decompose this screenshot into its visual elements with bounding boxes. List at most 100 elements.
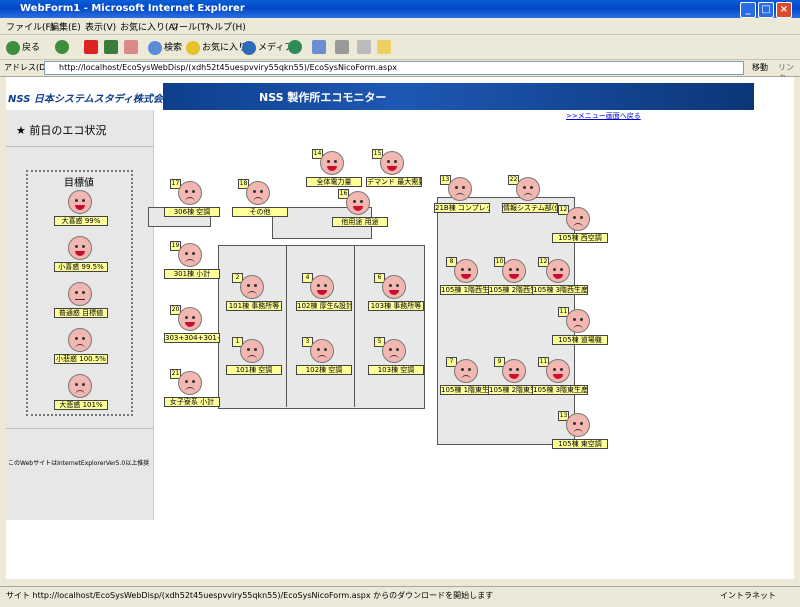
- building-label: 全体電力量: [306, 177, 362, 187]
- company-logo: NSS 日本システムスタディ株式会社: [8, 94, 173, 105]
- media-button[interactable]: メディア: [242, 40, 293, 55]
- forward-button[interactable]: [55, 40, 71, 54]
- building-label: 306棟 空調: [164, 207, 220, 217]
- menu-tools[interactable]: ツール(T): [170, 20, 210, 33]
- edit-icon: [357, 40, 371, 54]
- maximize-button[interactable]: □: [758, 2, 774, 18]
- building-marker[interactable]: 18 その他: [232, 179, 298, 223]
- building-marker[interactable]: 4102棟 厚生&設計&営業: [296, 273, 362, 317]
- building-marker[interactable]: 19 301棟 小計: [164, 241, 230, 285]
- building-marker[interactable]: 14 全体電力量: [306, 149, 372, 193]
- building-marker[interactable]: 1321B棟 コンプレッサ: [434, 175, 500, 219]
- building-label: 102棟 厚生&設計&営業: [296, 301, 352, 311]
- sad-face-icon: [68, 374, 92, 398]
- go-button[interactable]: 移動: [752, 62, 768, 73]
- building-marker[interactable]: 6 103棟 事務所等: [368, 273, 434, 317]
- window-titlebar: WebForm1 - Microsoft Internet Explorer _…: [0, 0, 800, 18]
- page-banner: NSS 日本システムスタディ株式会社 NSS 製作所エコモニター: [6, 83, 754, 110]
- building-label: 21B棟 コンプレッサ: [434, 203, 490, 213]
- back-button[interactable]: 戻る: [6, 40, 40, 55]
- building-marker[interactable]: 17 306棟 空調: [164, 179, 230, 223]
- refresh-button[interactable]: [104, 40, 120, 54]
- building-label: 303+304+301+312棟 小計: [164, 333, 220, 343]
- zone-indicator: イントラネット: [720, 591, 776, 600]
- sad-face-icon: [454, 359, 478, 383]
- menu-return-link[interactable]: >>メニュー画面へ戻る: [566, 111, 641, 121]
- building-marker[interactable]: 12 105棟 3階西生産: [532, 257, 598, 301]
- building-marker[interactable]: 13 105棟 東空調: [552, 411, 618, 455]
- minimize-button[interactable]: _: [740, 2, 756, 18]
- sad-face-icon: [240, 275, 264, 299]
- building-label: 102棟 空調: [296, 365, 352, 375]
- discuss-button[interactable]: [377, 40, 393, 54]
- browser-note: このWebサイトはInternetExplorerVer5.0以上推奨: [8, 460, 150, 467]
- url-input[interactable]: http://localhost/EcoSysWebDisp/(xdh52t45…: [44, 61, 744, 75]
- star-icon: [186, 40, 200, 55]
- happy-face-icon: [68, 236, 92, 260]
- building-marker[interactable]: 1 101棟 空調: [226, 337, 292, 381]
- building-marker[interactable]: 3 102棟 空調: [296, 337, 362, 381]
- happy-face-icon: [178, 307, 202, 331]
- discuss-icon: [377, 40, 391, 54]
- building-divider: [286, 245, 287, 407]
- building-marker[interactable]: 5 103棟 空調: [368, 337, 434, 381]
- building-marker[interactable]: 15デマンド 最大需要電力: [366, 149, 432, 193]
- sad-face-icon: [566, 207, 590, 231]
- menubar: ファイル(F) 編集(E) 表示(V) お気に入り(A) ツール(T) ヘルプ(…: [0, 18, 800, 35]
- sad-face-icon: [382, 339, 406, 363]
- building-marker[interactable]: 11 105棟 道場機: [552, 307, 618, 351]
- refresh-icon: [104, 40, 118, 54]
- sidebar: ★ 前日のエコ状況 目標値 大喜惑 99% 小喜惑 99.5% 普通惑 目標値 小悲惑…: [6, 110, 154, 520]
- sad-face-icon: [246, 181, 270, 205]
- home-icon: [124, 40, 138, 54]
- building-label: 103棟 事務所等: [368, 301, 424, 311]
- building-label: 105棟 3階東生産: [532, 385, 588, 395]
- target-legend: 目標値 大喜惑 99% 小喜惑 99.5% 普通惑 目標値 小悲惑 100.5% 大悲惑…: [26, 170, 133, 416]
- close-button[interactable]: ×: [776, 2, 792, 18]
- edit-button[interactable]: [357, 40, 373, 54]
- favorites-button[interactable]: お気に入り: [186, 40, 247, 55]
- sidebar-heading: ★ 前日のエコ状況: [16, 124, 107, 137]
- happy-face-icon: [502, 359, 526, 383]
- sad-face-icon: [310, 339, 334, 363]
- building-marker[interactable]: 20303+304+301+312棟 小計: [164, 305, 230, 349]
- mail-icon: [312, 40, 326, 54]
- building-marker[interactable]: 16 他用途 用途: [332, 189, 398, 233]
- sad-face-icon: [178, 181, 202, 205]
- sidebar-divider: [6, 146, 153, 147]
- back-icon: [6, 40, 20, 55]
- happy-face-icon: [454, 259, 478, 283]
- address-label: アドレス(D): [4, 63, 49, 72]
- mail-button[interactable]: [312, 40, 328, 54]
- search-icon: [148, 40, 162, 55]
- building-divider: [354, 245, 355, 407]
- sad-face-icon: [178, 243, 202, 267]
- happy-face-icon: [320, 151, 344, 175]
- legend-label: 普通惑 目標値: [54, 308, 108, 318]
- building-label: 101棟 空調: [226, 365, 282, 375]
- target-title: 目標値: [64, 178, 94, 189]
- happy-face-icon: [380, 151, 404, 175]
- building-marker[interactable]: 12 105棟 西空調: [552, 205, 618, 249]
- happy-face-icon: [68, 190, 92, 214]
- stop-button[interactable]: [84, 40, 100, 54]
- menu-file[interactable]: ファイル(F): [6, 20, 54, 33]
- home-button[interactable]: [124, 40, 140, 54]
- menu-help[interactable]: ヘルプ(H): [205, 20, 246, 33]
- building-marker[interactable]: 21 女子寮系 小計: [164, 369, 230, 413]
- menu-edit[interactable]: 編集(E): [50, 20, 81, 33]
- search-button[interactable]: 検索: [148, 40, 182, 55]
- page-content: NSS 日本システムスタディ株式会社 NSS 製作所エコモニター >>メニュー画…: [6, 77, 794, 579]
- print-button[interactable]: [335, 40, 351, 54]
- menu-view[interactable]: 表示(V): [85, 20, 116, 33]
- sad-face-icon: [566, 309, 590, 333]
- happy-face-icon: [346, 191, 370, 215]
- building-marker[interactable]: 11 105棟 3階東生産: [532, 357, 598, 401]
- banner-strip: NSS 製作所エコモニター: [163, 83, 754, 110]
- building-marker[interactable]: 2 101棟 事務所等: [226, 273, 292, 317]
- history-button[interactable]: [288, 40, 304, 54]
- forward-icon: [55, 40, 69, 54]
- building-label: 105棟 3階西生産: [532, 285, 588, 295]
- toolbar: 戻る 検索 お気に入り メディア: [0, 35, 800, 60]
- window-title: WebForm1 - Microsoft Internet Explorer: [20, 3, 245, 14]
